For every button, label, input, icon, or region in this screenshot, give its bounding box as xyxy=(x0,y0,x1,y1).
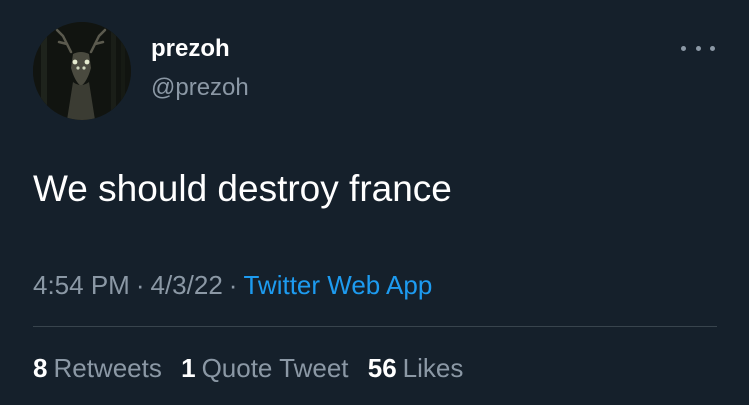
quote-tweets-count: 1 xyxy=(181,353,196,383)
meta-separator: · xyxy=(228,270,238,300)
user-handle[interactable]: @prezoh xyxy=(151,73,249,103)
likes-count: 56 xyxy=(367,353,397,383)
more-dot xyxy=(681,45,686,51)
tweet-time[interactable]: 4:54 PM xyxy=(33,270,130,300)
likes-stat[interactable]: 56 Likes xyxy=(368,351,464,385)
more-dot xyxy=(710,45,715,51)
tweet-source-link[interactable]: Twitter Web App xyxy=(243,270,432,300)
retweets-stat[interactable]: 8 Retweets xyxy=(33,351,162,385)
tweet-date[interactable]: 4/3/22 xyxy=(151,270,223,300)
quote-tweets-label: Quote Tweet xyxy=(201,353,349,383)
retweets-label: Retweets xyxy=(53,353,162,383)
display-name[interactable]: prezoh xyxy=(151,34,230,64)
avatar[interactable] xyxy=(33,22,131,120)
meta-separator: · xyxy=(135,270,145,300)
more-dot xyxy=(695,45,701,51)
retweets-count: 8 xyxy=(33,353,48,383)
deer-avatar-icon xyxy=(33,22,131,120)
quote-tweets-stat[interactable]: 1 Quote Tweet xyxy=(181,351,348,385)
tweet-card: prezoh @prezoh We should destroy france … xyxy=(0,0,749,405)
tweet-meta: 4:54 PM · 4/3/22 · Twitter Web App xyxy=(33,268,432,302)
tweet-stats: 8 Retweets 1 Quote Tweet 56 Likes xyxy=(33,351,475,385)
divider xyxy=(33,326,717,327)
tweet-text: We should destroy france xyxy=(33,168,452,209)
likes-label: Likes xyxy=(402,353,464,383)
more-horizontal-icon[interactable] xyxy=(681,36,715,60)
